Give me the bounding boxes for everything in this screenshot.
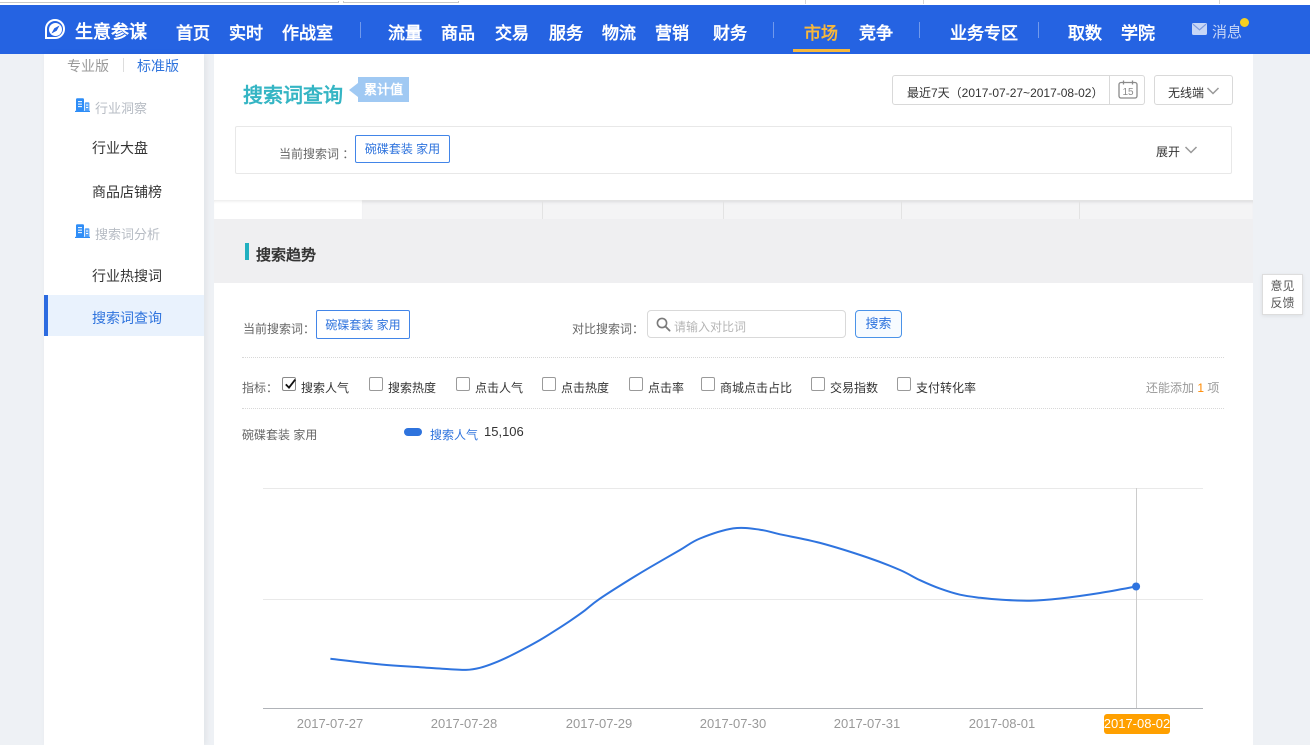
svg-text:2017-07-31: 2017-07-31 — [834, 716, 901, 731]
svg-text:2017-07-27: 2017-07-27 — [297, 716, 364, 731]
svg-text:15: 15 — [1122, 87, 1134, 98]
svg-text:2017-07-28: 2017-07-28 — [431, 716, 498, 731]
svg-text:2017-07-30: 2017-07-30 — [700, 716, 767, 731]
svg-text:2017-08-01: 2017-08-01 — [969, 716, 1036, 731]
svg-text:2017-08-02: 2017-08-02 — [1104, 716, 1171, 731]
svg-text:2017-07-29: 2017-07-29 — [566, 716, 633, 731]
